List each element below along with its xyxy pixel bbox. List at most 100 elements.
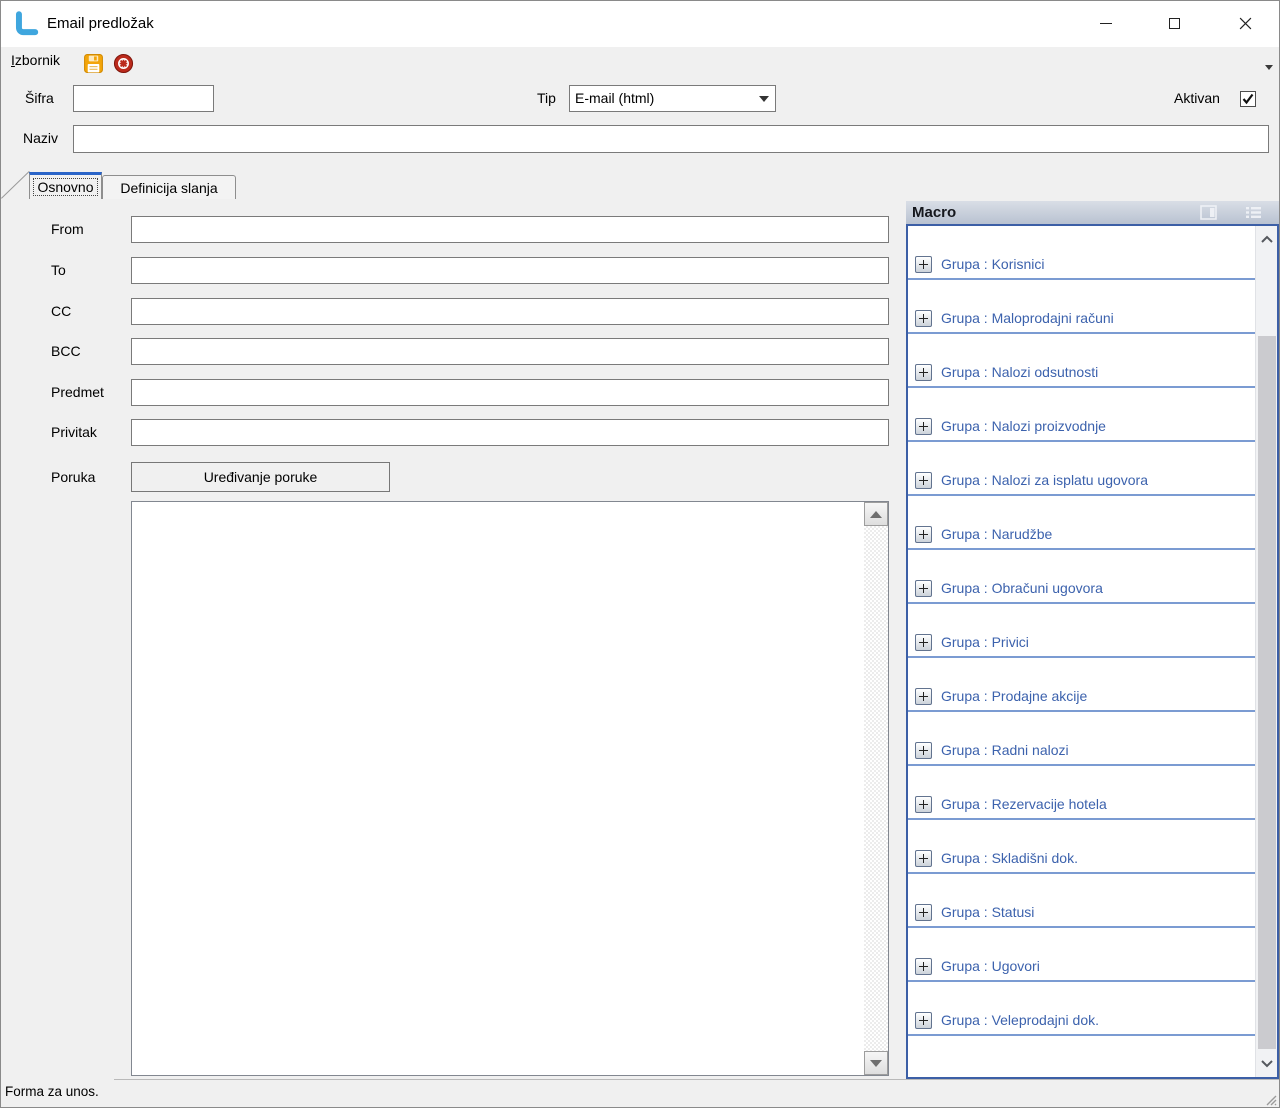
- macro-group-label[interactable]: Grupa : Maloprodajni računi: [941, 310, 1114, 327]
- titlebar: Email predložak: [1, 1, 1279, 47]
- cancel-button[interactable]: [111, 51, 135, 75]
- macro-group-row[interactable]: Grupa : Nalozi za isplatu ugovora: [908, 442, 1255, 496]
- macro-group-label[interactable]: Grupa : Nalozi odsutnosti: [941, 364, 1098, 381]
- macro-group-row[interactable]: Grupa : Obračuni ugovora: [908, 550, 1255, 604]
- cc-label: CC: [51, 298, 71, 325]
- expand-plus-icon[interactable]: [915, 634, 932, 651]
- email-template-window: Email predložak Izbornik: [0, 0, 1280, 1108]
- expand-plus-icon[interactable]: [915, 904, 932, 921]
- expand-plus-icon[interactable]: [915, 958, 932, 975]
- tip-dropdown-value: E-mail (html): [575, 86, 654, 111]
- macro-group-label[interactable]: Grupa : Nalozi za isplatu ugovora: [941, 472, 1148, 489]
- sifra-label: Šifra: [25, 85, 54, 112]
- list-view-icon[interactable]: [1245, 205, 1262, 220]
- macro-group-row[interactable]: Grupa : Prodajne akcije: [908, 658, 1255, 712]
- toolbar-overflow-icon[interactable]: [1265, 65, 1273, 70]
- to-input[interactable]: [131, 257, 889, 284]
- expand-plus-icon[interactable]: [915, 418, 932, 435]
- macro-group-label[interactable]: Grupa : Ugovori: [941, 958, 1040, 975]
- close-button[interactable]: [1222, 1, 1268, 45]
- save-button[interactable]: [81, 51, 105, 75]
- macro-rows: Grupa : Korisnici Grupa : Maloprodajni r…: [908, 226, 1255, 1036]
- macro-group-row[interactable]: Grupa : Narudžbe: [908, 496, 1255, 550]
- macro-group-label[interactable]: Grupa : Obračuni ugovora: [941, 580, 1103, 597]
- message-editor[interactable]: [131, 501, 889, 1076]
- toolbar: Izbornik: [1, 47, 1279, 79]
- resize-grip[interactable]: [1263, 1092, 1277, 1106]
- expand-plus-icon[interactable]: [915, 364, 932, 381]
- macro-group-label[interactable]: Grupa : Narudžbe: [941, 526, 1052, 543]
- tip-label: Tip: [537, 85, 556, 112]
- sifra-input[interactable]: [73, 85, 214, 112]
- macro-group-label[interactable]: Grupa : Statusi: [941, 904, 1034, 921]
- expand-plus-icon[interactable]: [915, 256, 932, 273]
- aktivan-checkbox[interactable]: [1240, 91, 1256, 107]
- macro-group-row[interactable]: Grupa : Rezervacije hotela: [908, 766, 1255, 820]
- expand-plus-icon[interactable]: [915, 472, 932, 489]
- expand-plus-icon[interactable]: [915, 580, 932, 597]
- expand-plus-icon[interactable]: [915, 850, 932, 867]
- macro-group-label[interactable]: Grupa : Veleprodajni dok.: [941, 1012, 1099, 1029]
- macro-group-label[interactable]: Grupa : Nalozi proizvodnje: [941, 418, 1106, 435]
- checkmark-icon: [1241, 92, 1255, 106]
- macro-group-label[interactable]: Grupa : Prodajne akcije: [941, 688, 1087, 705]
- macro-group-label[interactable]: Grupa : Skladišni dok.: [941, 850, 1078, 867]
- expand-plus-icon[interactable]: [915, 688, 932, 705]
- arrow-down-icon: [870, 1060, 882, 1067]
- macro-group-row[interactable]: Grupa : Radni nalozi: [908, 712, 1255, 766]
- macro-group-label[interactable]: Grupa : Radni nalozi: [941, 742, 1069, 759]
- bcc-input[interactable]: [131, 338, 889, 365]
- naziv-label: Naziv: [23, 125, 58, 152]
- macro-group-row[interactable]: Grupa : Ugovori: [908, 928, 1255, 982]
- predmet-input[interactable]: [131, 379, 889, 406]
- maximize-button[interactable]: [1151, 1, 1197, 45]
- arrow-up-icon: [870, 511, 882, 518]
- from-label: From: [51, 216, 84, 243]
- macro-group-list: Grupa : Korisnici Grupa : Maloprodajni r…: [906, 224, 1279, 1079]
- predmet-label: Predmet: [51, 379, 104, 406]
- expand-plus-icon[interactable]: [915, 526, 932, 543]
- macro-panel-title: Macro: [912, 201, 956, 224]
- macro-group-row[interactable]: Grupa : Veleprodajni dok.: [908, 982, 1255, 1036]
- naziv-input[interactable]: [73, 125, 1269, 153]
- tip-dropdown[interactable]: E-mail (html): [569, 85, 776, 112]
- expand-plus-icon[interactable]: [915, 310, 932, 327]
- macro-group-row[interactable]: Grupa : Korisnici: [908, 226, 1255, 280]
- tab-definicija-slanja[interactable]: Definicija slanja: [102, 175, 236, 199]
- minimize-button[interactable]: [1083, 1, 1129, 45]
- macro-group-row[interactable]: Grupa : Nalozi proizvodnje: [908, 388, 1255, 442]
- macro-group-row[interactable]: Grupa : Privici: [908, 604, 1255, 658]
- split-panel-icon[interactable]: [1200, 205, 1217, 220]
- macro-group-row[interactable]: Grupa : Statusi: [908, 874, 1255, 928]
- aktivan-label: Aktivan: [1174, 85, 1220, 112]
- macro-group-row[interactable]: Grupa : Skladišni dok.: [908, 820, 1255, 874]
- scroll-up-button[interactable]: [864, 502, 888, 526]
- macro-group-label[interactable]: Grupa : Privici: [941, 634, 1029, 651]
- macro-group-row[interactable]: Grupa : Maloprodajni računi: [908, 280, 1255, 334]
- scroll-down-button[interactable]: [864, 1051, 888, 1075]
- poruka-label: Poruka: [51, 464, 95, 491]
- expand-plus-icon[interactable]: [915, 1012, 932, 1029]
- macro-group-label[interactable]: Grupa : Rezervacije hotela: [941, 796, 1107, 813]
- cc-input[interactable]: [131, 298, 889, 325]
- edit-message-button[interactable]: Uređivanje poruke: [131, 462, 390, 492]
- from-input[interactable]: [131, 216, 889, 243]
- menu-izbornik[interactable]: Izbornik: [11, 52, 60, 68]
- macro-group-row[interactable]: Grupa : Nalozi odsutnosti: [908, 334, 1255, 388]
- save-floppy-icon: [83, 53, 104, 74]
- macro-group-label[interactable]: Grupa : Korisnici: [941, 256, 1044, 273]
- macro-scrollbar-track[interactable]: [1255, 226, 1277, 1077]
- macro-scrollbar-thumb[interactable]: [1258, 336, 1276, 1049]
- tab-definicija-slanja-label: Definicija slanja: [120, 180, 217, 196]
- tab-osnovno[interactable]: Osnovno: [29, 172, 102, 199]
- chevron-up-icon[interactable]: [1259, 232, 1275, 248]
- expand-plus-icon[interactable]: [915, 742, 932, 759]
- expand-plus-icon[interactable]: [915, 796, 932, 813]
- statusbar-divider: [114, 1079, 1279, 1080]
- privitak-input[interactable]: [131, 419, 889, 446]
- bcc-label: BCC: [51, 338, 81, 365]
- message-scrollbar-track[interactable]: [864, 502, 888, 1075]
- chevron-down-icon: [759, 96, 769, 102]
- tab-osnovno-label: Osnovno: [33, 178, 97, 196]
- chevron-down-icon[interactable]: [1259, 1055, 1275, 1071]
